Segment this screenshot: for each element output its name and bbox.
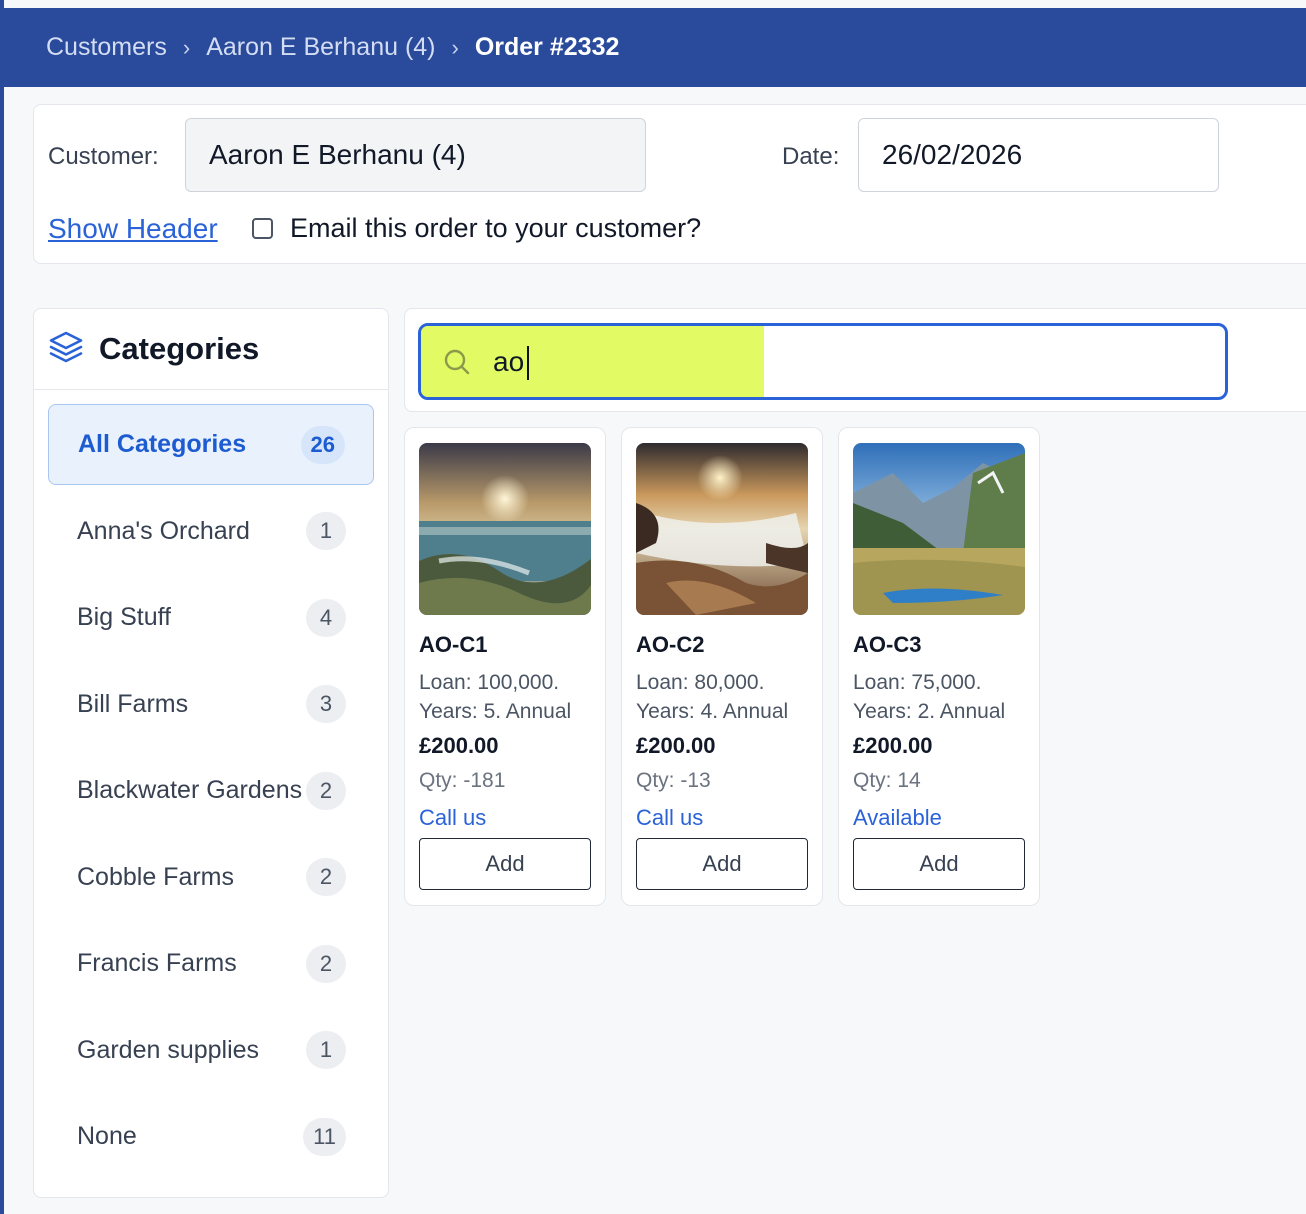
- categories-header: Categories: [34, 309, 388, 390]
- category-count-badge: 1: [306, 512, 346, 550]
- email-order-checkbox[interactable]: [252, 218, 273, 239]
- categories-panel: Categories All Categories 26 Anna's Orch…: [33, 308, 389, 1198]
- product-stock-status[interactable]: Call us: [636, 805, 703, 831]
- product-search-card: [404, 308, 1306, 412]
- category-item-blackwater-gardens[interactable]: Blackwater Gardens 2: [48, 750, 374, 831]
- category-label: Francis Farms: [77, 949, 237, 977]
- category-count-badge: 4: [306, 598, 346, 637]
- product-image[interactable]: [419, 443, 591, 615]
- breadcrumb-separator: ›: [451, 34, 459, 60]
- add-to-order-button[interactable]: Add: [419, 838, 591, 890]
- product-card: AO-C1 Loan: 100,000. Years: 5. Annual £2…: [404, 427, 606, 906]
- window-frame: [0, 0, 4, 1214]
- category-item-francis-farms[interactable]: Francis Farms 2: [48, 923, 374, 1004]
- product-sku[interactable]: AO-C1: [419, 632, 487, 658]
- add-to-order-button[interactable]: Add: [853, 838, 1025, 890]
- order-header-card: Customer: Aaron E Berhanu (4) Date: 26/0…: [33, 104, 1306, 264]
- category-item-big-stuff[interactable]: Big Stuff 4: [48, 577, 374, 658]
- date-field[interactable]: 26/02/2026: [858, 118, 1219, 192]
- category-label: Garden supplies: [77, 1035, 260, 1064]
- product-description-line: Years: 5. Annual: [419, 700, 572, 723]
- category-item-annas-orchard[interactable]: Anna's Orchard 1: [48, 491, 374, 572]
- product-price: £200.00: [636, 733, 716, 758]
- category-item-all[interactable]: All Categories 26: [48, 404, 374, 485]
- category-count-badge: 2: [306, 858, 346, 896]
- category-count-badge: 2: [306, 771, 346, 810]
- category-item-garden-supplies[interactable]: Garden supplies 1: [48, 1010, 374, 1091]
- breadcrumb-customer[interactable]: Aaron E Berhanu (4): [206, 33, 435, 62]
- breadcrumb-current-order: Order #2332: [474, 33, 620, 61]
- product-description-line: Loan: 75,000.: [853, 671, 982, 694]
- product-description: Loan: 80,000. Years: 4. Annual: [636, 668, 808, 726]
- category-list: All Categories 26 Anna's Orchard 1 Big S…: [34, 390, 388, 1177]
- search-input[interactable]: [493, 326, 1093, 397]
- email-order-label[interactable]: Email this order to your customer?: [290, 213, 701, 244]
- breadcrumb-customers[interactable]: Customers: [46, 33, 167, 62]
- category-label: Bill Farms: [77, 689, 189, 718]
- category-label: Anna's Orchard: [77, 516, 250, 545]
- category-label: Blackwater Gardens: [77, 776, 303, 804]
- product-qty: Qty: -181: [419, 769, 506, 792]
- product-search-box[interactable]: [418, 323, 1228, 400]
- category-label: None: [77, 1122, 137, 1150]
- product-sku[interactable]: AO-C2: [636, 632, 704, 658]
- product-card: AO-C3 Loan: 75,000. Years: 2. Annual £20…: [838, 427, 1040, 906]
- product-description-line: Years: 4. Annual: [636, 700, 789, 723]
- product-image[interactable]: [636, 443, 808, 615]
- category-count-badge: 3: [306, 685, 346, 723]
- product-description-line: Loan: 100,000.: [419, 671, 560, 694]
- product-card: AO-C2 Loan: 80,000. Years: 4. Annual £20…: [621, 427, 823, 906]
- product-qty: Qty: 14: [853, 769, 921, 792]
- product-qty: Qty: -13: [636, 769, 711, 792]
- breadcrumb-separator: ›: [182, 34, 191, 60]
- category-label: Big Stuff: [77, 603, 172, 631]
- category-item-none[interactable]: None 11: [48, 1096, 374, 1177]
- search-icon: [443, 348, 471, 376]
- add-to-order-button[interactable]: Add: [636, 838, 808, 890]
- customer-label: Customer:: [48, 143, 159, 170]
- product-price: £200.00: [419, 733, 499, 758]
- categories-title: Categories: [99, 331, 260, 366]
- product-image[interactable]: [853, 443, 1025, 615]
- category-label: Cobble Farms: [77, 862, 234, 891]
- product-stock-status[interactable]: Call us: [419, 805, 486, 831]
- product-sku[interactable]: AO-C3: [853, 632, 921, 658]
- category-count-badge: 2: [306, 944, 346, 983]
- product-description-line: Loan: 80,000.: [636, 671, 765, 694]
- product-stock-status[interactable]: Available: [853, 805, 942, 831]
- product-price: £200.00: [853, 733, 933, 758]
- category-count-badge: 26: [300, 425, 345, 464]
- product-description-line: Years: 2. Annual: [853, 700, 1006, 723]
- category-count-badge: 1: [306, 1031, 346, 1069]
- category-item-cobble-farms[interactable]: Cobble Farms 2: [48, 837, 374, 918]
- category-count-badge: 11: [303, 1117, 346, 1156]
- show-header-link[interactable]: Show Header: [48, 213, 218, 245]
- breadcrumb: Customers › Aaron E Berhanu (4) › Order …: [0, 8, 1306, 87]
- product-description: Loan: 75,000. Years: 2. Annual: [853, 668, 1025, 726]
- text-caret: [527, 346, 529, 380]
- customer-field[interactable]: Aaron E Berhanu (4): [185, 118, 646, 192]
- category-label: All Categories: [78, 430, 247, 458]
- date-label: Date:: [782, 143, 840, 170]
- layers-icon: [48, 330, 84, 369]
- category-item-bill-farms[interactable]: Bill Farms 3: [48, 664, 374, 745]
- product-description: Loan: 100,000. Years: 5. Annual: [419, 668, 591, 726]
